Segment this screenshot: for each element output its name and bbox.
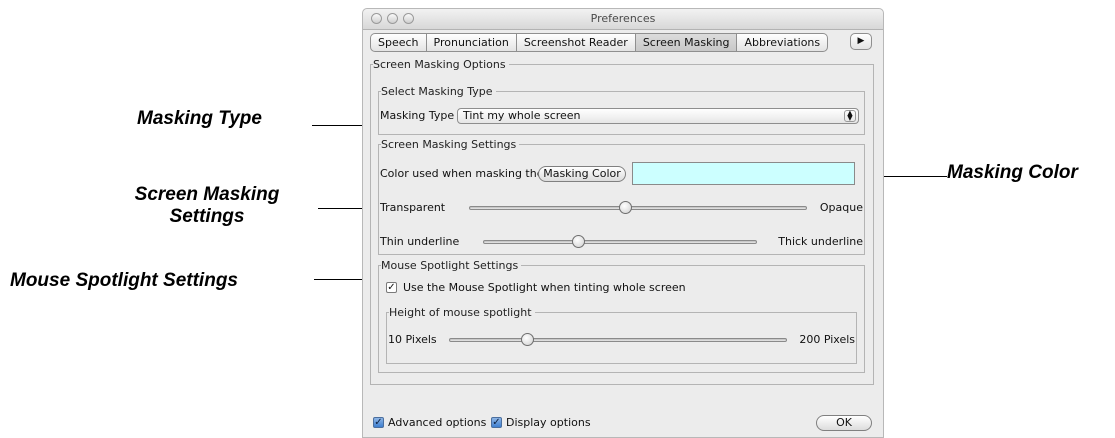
select-masking-type-title: Select Masking Type — [381, 85, 496, 98]
masking-color-button[interactable]: Masking Color — [538, 166, 626, 182]
tab-abbreviations[interactable]: Abbreviations — [736, 33, 829, 52]
spotlight-height-slider-track[interactable] — [449, 338, 787, 342]
tab-bar: Speech Pronunciation Screenshot Reader S… — [370, 33, 829, 52]
tab-screen-masking[interactable]: Screen Masking — [634, 33, 737, 52]
masking-type-value: Tint my whole screen — [463, 109, 581, 122]
title-bar[interactable]: Preferences — [363, 9, 883, 30]
window-title: Preferences — [590, 12, 656, 25]
callout-screen-masking-settings-line2: Settings — [169, 206, 245, 227]
ok-button[interactable]: OK — [816, 415, 872, 431]
more-tabs-arrow-icon[interactable]: ▶ — [850, 33, 872, 50]
screen-masking-options-group: Screen Masking Options Select Masking Ty… — [370, 58, 874, 385]
use-spotlight-label: Use the Mouse Spotlight when tinting who… — [403, 281, 686, 294]
advanced-options-checkbox[interactable]: ✓ — [373, 417, 384, 428]
spotlight-height-title: Height of mouse spotlight — [389, 306, 535, 319]
opacity-slider-knob[interactable] — [618, 201, 632, 214]
spotlight-height-slider-knob[interactable] — [520, 333, 534, 346]
opacity-min-label: Transparent — [380, 201, 446, 214]
spotlight-height-min-label: 10 Pixels — [388, 333, 437, 346]
callout-screen-masking-settings: Screen Masking Settings — [115, 184, 299, 228]
callout-screen-masking-settings-line1: Screen Masking — [134, 184, 280, 205]
masking-color-swatch[interactable] — [632, 162, 855, 185]
preferences-window: Preferences Speech Pronunciation Screens… — [362, 8, 884, 438]
masking-type-label: Masking Type — [380, 109, 455, 122]
tab-screenshot-reader[interactable]: Screenshot Reader — [515, 33, 635, 52]
callout-mouse-spotlight-settings: Mouse Spotlight Settings — [10, 270, 238, 291]
use-spotlight-checkbox[interactable]: ✓ — [386, 282, 397, 293]
masking-type-popup[interactable]: Tint my whole screen ▲ ▼ — [457, 108, 859, 124]
select-masking-type-group: Select Masking Type Masking Type Tint my… — [378, 85, 865, 135]
screen-masking-options-title: Screen Masking Options — [373, 58, 509, 71]
advanced-options-label: Advanced options — [388, 416, 487, 429]
popup-arrows-icon: ▲ ▼ — [844, 110, 856, 122]
underline-min-label: Thin underline — [380, 235, 460, 248]
screen-masking-settings-title: Screen Masking Settings — [381, 138, 520, 151]
mouse-spotlight-settings-title: Mouse Spotlight Settings — [381, 259, 522, 272]
underline-max-label: Thick underline — [778, 235, 863, 248]
spotlight-height-group: Height of mouse spotlight 10 Pixels 200 … — [386, 306, 857, 364]
underline-slider-track[interactable] — [483, 240, 757, 244]
display-options-checkbox[interactable]: ✓ — [491, 417, 502, 428]
underline-slider-knob[interactable] — [571, 235, 585, 248]
spotlight-height-max-label: 200 Pixels — [799, 333, 855, 346]
screen-masking-settings-group: Screen Masking Settings Color used when … — [378, 138, 865, 255]
opacity-slider-track[interactable] — [469, 206, 807, 210]
opacity-max-label: Opaque — [819, 201, 863, 214]
display-options-label: Display options — [506, 416, 591, 429]
callout-masking-type: Masking Type — [137, 108, 262, 129]
callout-masking-color: Masking Color — [947, 162, 1078, 183]
tab-speech[interactable]: Speech — [370, 33, 426, 52]
tab-pronunciation[interactable]: Pronunciation — [425, 33, 516, 52]
mouse-spotlight-settings-group: Mouse Spotlight Settings ✓ Use the Mouse… — [378, 259, 865, 373]
